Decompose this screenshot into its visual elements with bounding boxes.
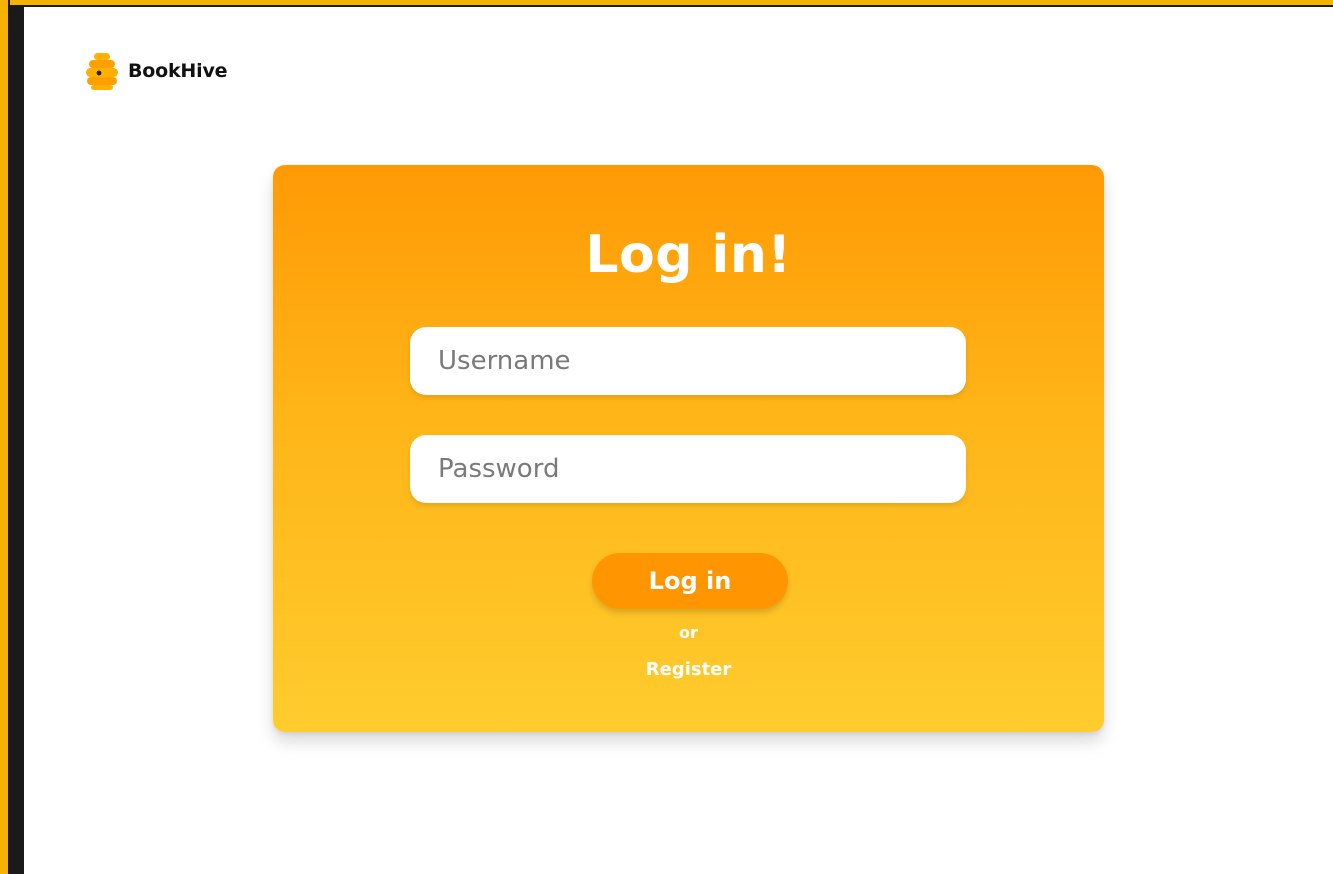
login-page: BookHive Log in! Log in or Register (24, 7, 1333, 874)
window-frame-left (0, 0, 10, 874)
or-separator: or (679, 623, 698, 642)
register-link[interactable]: Register (273, 659, 1104, 680)
username-input[interactable] (410, 327, 966, 395)
login-button[interactable]: Log in (592, 553, 788, 609)
site-header: BookHive (84, 51, 228, 91)
password-input[interactable] (410, 435, 966, 503)
login-title: Log in! (585, 225, 792, 285)
window-frame-top (0, 0, 1333, 7)
login-card: Log in! Log in or Register (273, 165, 1104, 732)
window-frame-border (10, 7, 24, 874)
brand-name[interactable]: BookHive (128, 60, 228, 82)
beehive-icon (86, 53, 118, 90)
